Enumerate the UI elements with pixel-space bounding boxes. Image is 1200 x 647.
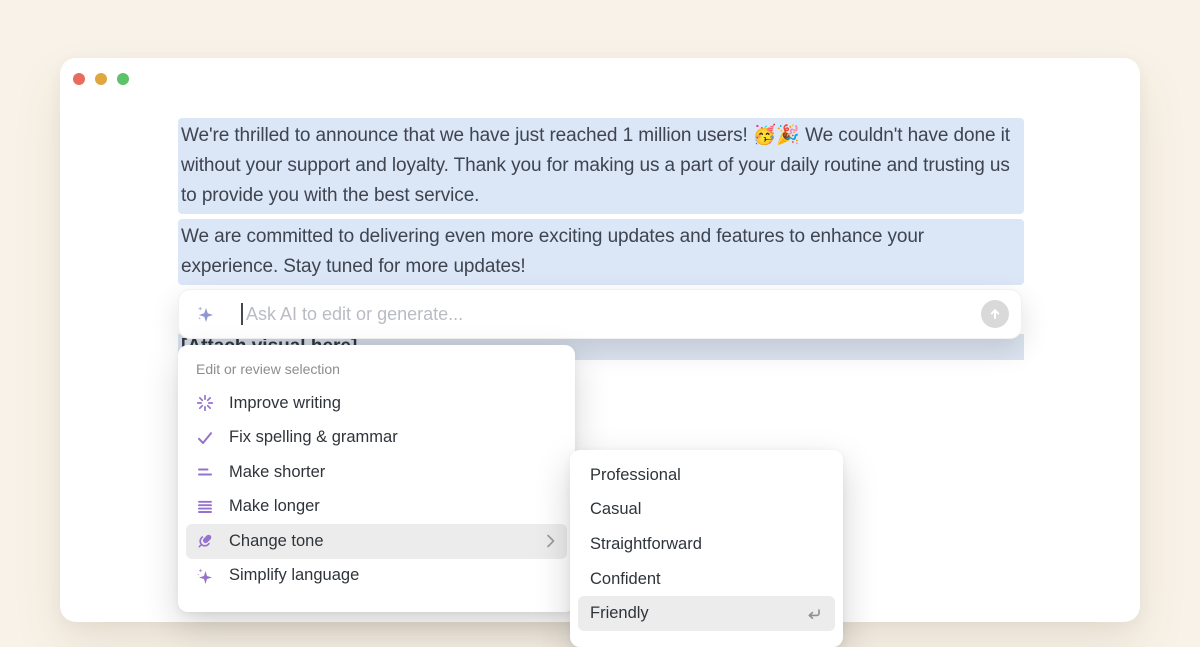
send-button[interactable] — [981, 300, 1009, 328]
menu-item-fix-spelling-grammar[interactable]: Fix spelling & grammar — [186, 421, 567, 456]
menu-item-label: Fix spelling & grammar — [229, 428, 398, 447]
sparkle-burst-icon — [195, 393, 215, 413]
menu-item-make-shorter[interactable]: Make shorter — [186, 455, 567, 490]
ai-sparkle-icon — [195, 304, 215, 324]
return-key-icon — [803, 604, 823, 624]
app-window: We're thrilled to announce that we have … — [60, 58, 1140, 622]
checkmark-icon — [195, 428, 215, 448]
menu-section-header: Edit or review selection — [196, 361, 557, 377]
submenu-item-friendly[interactable]: Friendly — [578, 596, 835, 631]
microphone-icon — [195, 531, 215, 551]
submenu-item-label: Professional — [590, 466, 681, 485]
menu-item-label: Make longer — [229, 497, 320, 516]
submenu-item-confident[interactable]: Confident — [578, 562, 835, 597]
zoom-button[interactable] — [117, 73, 129, 85]
menu-item-improve-writing[interactable]: Improve writing — [186, 386, 567, 421]
menu-item-label: Make shorter — [229, 463, 325, 482]
ai-prompt-bar — [178, 289, 1022, 339]
menu-item-make-longer[interactable]: Make longer — [186, 490, 567, 525]
sparkle-star-icon — [195, 566, 215, 586]
ai-prompt-input[interactable] — [244, 303, 981, 326]
text-caret — [241, 303, 243, 325]
menu-item-label: Simplify language — [229, 566, 359, 585]
arrow-up-icon — [988, 307, 1002, 321]
two-lines-icon — [195, 462, 215, 482]
submenu-item-label: Casual — [590, 500, 641, 519]
minimize-button[interactable] — [95, 73, 107, 85]
submenu-item-professional[interactable]: Professional — [578, 458, 835, 493]
submenu-item-label: Friendly — [590, 604, 649, 623]
menu-item-label: Change tone — [229, 532, 324, 551]
four-lines-icon — [195, 497, 215, 517]
submenu-item-label: Straightforward — [590, 535, 702, 554]
ai-edit-menu: Edit or review selection Improve writing… — [178, 345, 575, 612]
window-controls — [73, 73, 129, 85]
chevron-right-icon — [542, 532, 558, 550]
menu-item-simplify-language[interactable]: Simplify language — [186, 559, 567, 594]
change-tone-submenu: Professional Casual Straightforward Conf… — [570, 450, 843, 647]
submenu-item-straightforward[interactable]: Straightforward — [578, 527, 835, 562]
submenu-item-label: Confident — [590, 570, 661, 589]
close-button[interactable] — [73, 73, 85, 85]
selected-paragraph-1[interactable]: We're thrilled to announce that we have … — [178, 118, 1024, 214]
selected-paragraph-2[interactable]: We are committed to delivering even more… — [178, 219, 1024, 285]
menu-item-change-tone[interactable]: Change tone — [186, 524, 567, 559]
submenu-item-casual[interactable]: Casual — [578, 493, 835, 528]
menu-item-label: Improve writing — [229, 394, 341, 413]
